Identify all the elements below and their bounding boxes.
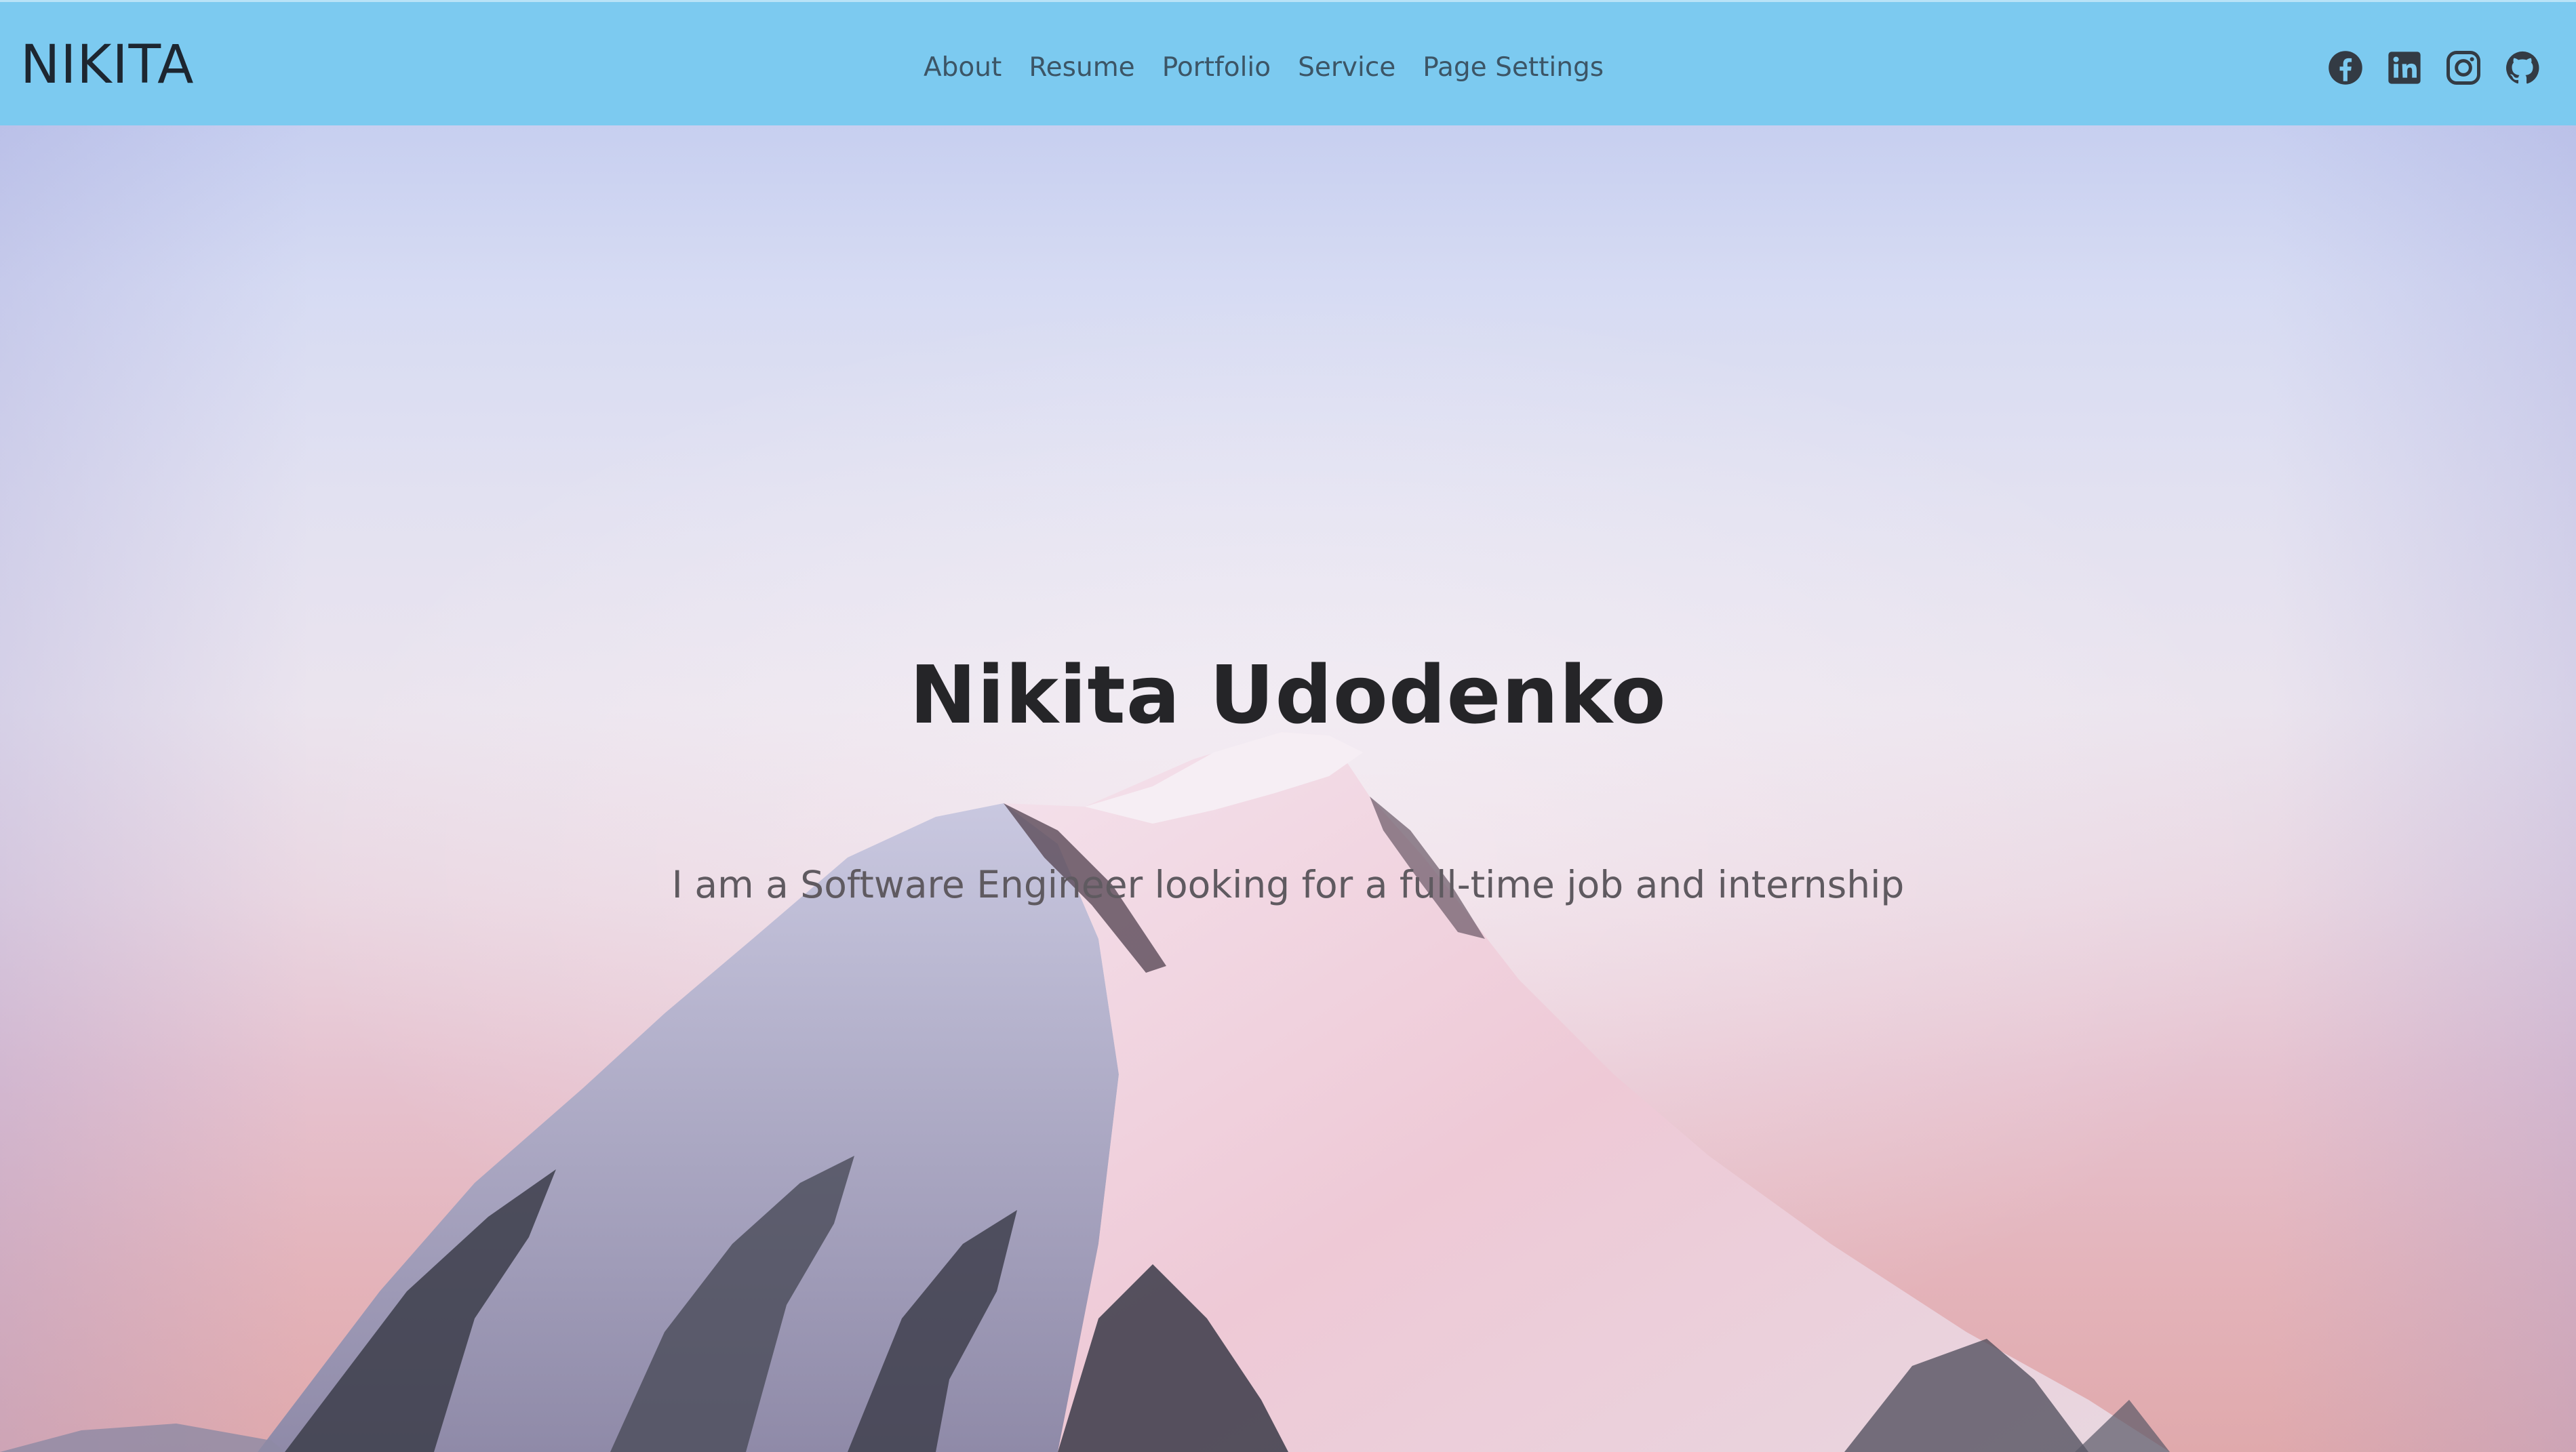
nav-service-link[interactable]: Service: [1298, 52, 1395, 83]
linkedin-icon[interactable]: [2386, 49, 2423, 86]
main-nav: About Resume Portfolio Service Page Sett…: [924, 47, 1604, 87]
github-icon[interactable]: [2504, 49, 2541, 86]
mountain-image: [0, 732, 2170, 1452]
social-links: [2305, 49, 2541, 86]
hero-title: Nikita Udodenko: [909, 648, 1667, 742]
nav-page-settings-link[interactable]: Page Settings: [1423, 52, 1604, 83]
site-header: NIKITA About Resume Portfolio Service Pa…: [0, 0, 2576, 125]
nav-portfolio-link[interactable]: Portfolio: [1162, 52, 1271, 83]
site-logo[interactable]: NIKITA: [20, 35, 194, 96]
nav-about-link[interactable]: About: [924, 52, 1002, 83]
facebook-icon[interactable]: [2327, 49, 2364, 86]
hero-subtitle: I am a Software Engineer looking for a f…: [671, 863, 1905, 906]
nav-resume-link[interactable]: Resume: [1029, 52, 1134, 83]
instagram-icon[interactable]: [2445, 49, 2482, 86]
hero-section: Nikita Udodenko I am a Software Engineer…: [0, 125, 2576, 1452]
